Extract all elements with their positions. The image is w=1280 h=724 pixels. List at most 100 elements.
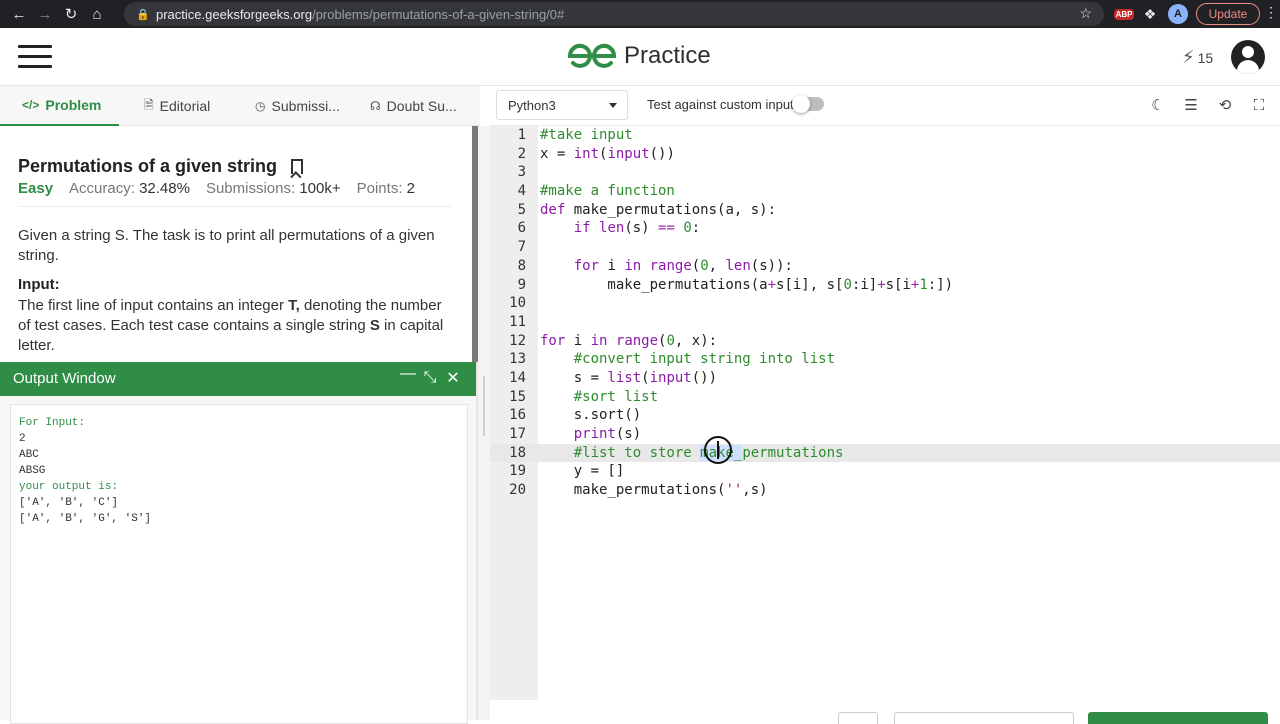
- back-icon[interactable]: ←: [6, 0, 32, 28]
- code-line[interactable]: 16 s.sort(): [490, 406, 1280, 425]
- code-icon: </>: [22, 98, 40, 112]
- code-text: #list to store make_permutations: [573, 444, 844, 461]
- code-line[interactable]: 18 #list to store make_permutations: [490, 443, 1280, 463]
- close-icon[interactable]: ✕: [443, 368, 463, 388]
- line-number: 6: [517, 220, 526, 237]
- url-path: /problems/permutations-of-a-given-string…: [312, 6, 565, 22]
- code-editor[interactable]: 1 #take input 2 x = int(input()) 3 4 #make a f…: [490, 126, 1280, 700]
- input-heading: Input:: [18, 276, 60, 293]
- gfg-logo[interactable]: Practice: [566, 42, 711, 70]
- settings-sliders-icon[interactable]: ☰: [1180, 94, 1202, 116]
- code-line[interactable]: 14 s = list(input()): [490, 369, 1280, 388]
- line-number: 1: [517, 127, 526, 143]
- line-number: 20: [509, 482, 526, 499]
- reset-code-icon[interactable]: ⟲: [1214, 94, 1236, 116]
- expand-icon[interactable]: ⤡: [420, 368, 440, 388]
- code-lines[interactable]: 1 #take input 2 x = int(input()) 3 4 #make a f…: [490, 126, 1280, 500]
- code-line[interactable]: 7: [490, 238, 1280, 257]
- output-line: 2: [19, 433, 26, 445]
- user-avatar[interactable]: [1231, 40, 1265, 74]
- code-line[interactable]: 1 #take input: [490, 126, 1280, 145]
- address-bar[interactable]: 🔒 practice.geeksforgeeks.org/problems/pe…: [124, 2, 1104, 26]
- tab-editorial[interactable]: 🗎︎ Editorial: [144, 86, 210, 126]
- tab-doubt-support[interactable]: ☊ Doubt Su...: [370, 86, 457, 126]
- code-line[interactable]: 12 for i in range(0, x):: [490, 332, 1280, 351]
- code-line[interactable]: 15 #sort list: [490, 388, 1280, 407]
- streak-counter[interactable]: ⚡︎ 15: [1182, 47, 1213, 68]
- partial-button[interactable]: [894, 712, 1074, 724]
- site-header: Practice ⚡︎ 15: [0, 28, 1280, 86]
- code-text: x = int(input()): [540, 145, 675, 162]
- language-select[interactable]: Python3: [496, 90, 628, 120]
- profile-avatar[interactable]: A: [1168, 4, 1188, 24]
- line-number: 15: [509, 388, 526, 405]
- code-line[interactable]: 4 #make a function: [490, 182, 1280, 201]
- hamburger-menu-icon[interactable]: [18, 45, 52, 69]
- forward-icon[interactable]: →: [32, 0, 58, 28]
- code-line[interactable]: 3: [490, 163, 1280, 182]
- code-text: make_permutations('',s): [540, 482, 768, 499]
- browser-chrome: ← → ↻ ⌂ 🔒 practice.geeksforgeeks.org/pro…: [0, 0, 1280, 28]
- problem-meta: Easy Accuracy: 32.48% Submissions: 100k+…: [18, 180, 431, 197]
- line-number: 19: [509, 463, 526, 480]
- editor-toolbar: Python3 Test against custom input ☾ ☰ ⟲ …: [490, 86, 1280, 126]
- line-number: 16: [509, 407, 526, 424]
- code-line[interactable]: 5 def make_permutations(a, s):: [490, 201, 1280, 220]
- line-number: 12: [509, 332, 526, 349]
- logo-text: Practice: [624, 42, 711, 69]
- output-line: ['A', 'B', 'C']: [19, 497, 119, 509]
- code-text: print(s): [573, 426, 642, 442]
- update-button[interactable]: Update: [1196, 3, 1260, 25]
- line-number: 18: [509, 444, 526, 461]
- lock-icon: 🔒: [136, 8, 150, 21]
- line-number: 10: [509, 295, 526, 312]
- points-stat: Points: 2: [356, 180, 415, 197]
- bookmark-star-icon[interactable]: ☆: [1079, 5, 1092, 22]
- divider: [18, 206, 452, 207]
- home-icon[interactable]: ⌂: [84, 0, 110, 28]
- adblock-extension-icon[interactable]: ABP: [1113, 4, 1135, 24]
- panel-resize-handle[interactable]: [478, 126, 490, 720]
- output-line: your output is:: [19, 481, 119, 493]
- code-line[interactable]: 10: [490, 294, 1280, 313]
- difficulty-badge: Easy: [18, 180, 54, 197]
- url-host: practice.geeksforgeeks.org: [156, 6, 313, 22]
- custom-input-toggle[interactable]: [792, 95, 824, 113]
- code-line[interactable]: 11: [490, 313, 1280, 332]
- code-line[interactable]: 2 x = int(input()): [490, 145, 1280, 164]
- kebab-menu-icon[interactable]: ⋮: [1264, 4, 1278, 21]
- custom-input-label: Test against custom input: [647, 97, 794, 112]
- tab-submissions[interactable]: ◷ Submissi...: [255, 86, 340, 126]
- submit-button-partial[interactable]: [1088, 712, 1268, 724]
- code-line[interactable]: 17 print(s): [490, 425, 1280, 444]
- code-text: make_permutations(a+s[i], s[0:i]+s[i+1:]…: [540, 276, 954, 293]
- line-number: 14: [509, 369, 526, 386]
- code-line[interactable]: 9 make_permutations(a+s[i], s[0:i]+s[i+1…: [490, 276, 1280, 295]
- reload-icon[interactable]: ↻: [58, 0, 84, 28]
- code-text: y = []: [540, 463, 625, 480]
- code-line[interactable]: 8 for i in range(0, len(s)):: [490, 257, 1280, 276]
- minimize-icon[interactable]: —: [398, 364, 418, 384]
- extensions-puzzle-icon[interactable]: ❖: [1140, 4, 1160, 24]
- code-text: #make a function: [540, 183, 675, 200]
- partial-button[interactable]: [838, 712, 878, 724]
- code-line[interactable]: 19 y = []: [490, 462, 1280, 481]
- line-number: 4: [517, 183, 526, 200]
- output-line: ABSG: [19, 465, 46, 477]
- fullscreen-icon[interactable]: ⛶: [1248, 94, 1270, 116]
- code-line[interactable]: 13 #convert input string into list: [490, 350, 1280, 369]
- caret-down-icon: [609, 103, 617, 108]
- code-line[interactable]: 6 if len(s) == 0:: [490, 219, 1280, 238]
- tab-problem[interactable]: </> Problem: [0, 86, 119, 126]
- output-window-title: Output Window: [13, 370, 116, 387]
- streak-count: 15: [1197, 49, 1214, 66]
- line-number: 13: [509, 351, 526, 368]
- dark-mode-moon-icon[interactable]: ☾: [1147, 94, 1169, 116]
- text-cursor-icon: [717, 441, 719, 459]
- output-line: ABC: [19, 449, 39, 461]
- bookmark-icon[interactable]: [291, 159, 304, 174]
- output-window-body: For Input: 2 ABC ABSG your output is: ['A', '…: [0, 396, 476, 724]
- line-number: 2: [517, 145, 526, 162]
- code-line[interactable]: 20 make_permutations('',s): [490, 481, 1280, 500]
- clock-icon: ◷: [255, 99, 266, 113]
